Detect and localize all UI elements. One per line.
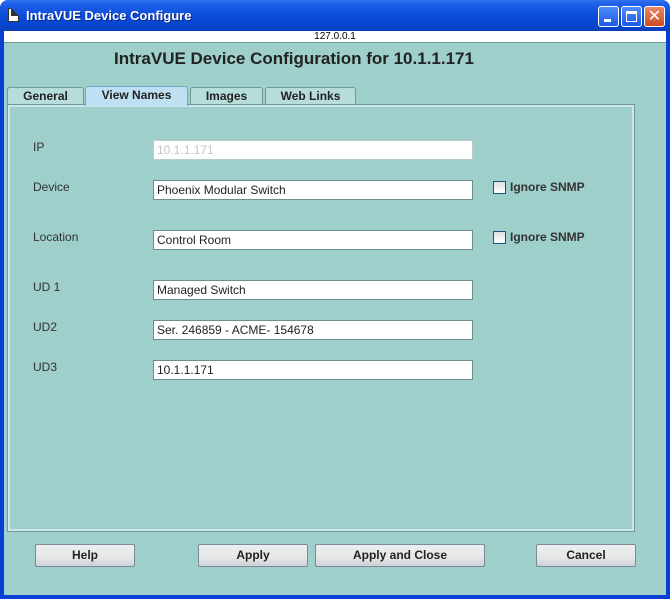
device-label: Device [33,180,70,194]
device-ignore-snmp-checkbox[interactable] [493,181,506,194]
ud3-label: UD3 [33,360,58,374]
ud1-field[interactable] [153,280,473,300]
window-title: IntraVUE Device Configure [26,8,192,23]
ud3-field[interactable] [153,360,473,380]
ud2-field[interactable] [153,320,473,340]
tab-view-names[interactable]: View Names [85,86,188,106]
cancel-button[interactable]: Cancel [536,544,636,567]
apply-button[interactable]: Apply [198,544,308,567]
maximize-icon [626,11,637,22]
close-icon: ✕ [647,8,662,25]
ip-label: IP [33,140,45,154]
apply-and-close-button[interactable]: Apply and Close [315,544,485,567]
ud2-label: UD2 [33,320,58,334]
tab-general[interactable]: General [7,87,84,105]
maximize-button[interactable] [621,6,642,27]
location-ignore-snmp-checkbox[interactable] [493,231,506,244]
app-window: IntraVUE Device Configure ✕ 127.0.0.1 In… [0,0,670,599]
host-address: 127.0.0.1 [4,31,666,43]
tab-images[interactable]: Images [190,87,263,105]
minimize-button[interactable] [598,6,619,27]
device-field[interactable] [153,180,473,200]
view-names-panel: IP Device Ignore SNMP Location Ignore SN… [7,104,635,532]
document-icon [8,8,19,22]
minimize-icon [604,19,611,22]
ip-field [153,140,473,160]
location-field[interactable] [153,230,473,250]
location-ignore-snmp-label[interactable]: Ignore SNMP [510,230,585,244]
dialog-body: 127.0.0.1 IntraVUE Device Configuration … [4,31,666,595]
title-bar[interactable]: IntraVUE Device Configure ✕ [0,0,670,31]
tab-web-links[interactable]: Web Links [265,87,356,105]
help-button[interactable]: Help [35,544,135,567]
ud1-label: UD 1 [33,280,61,294]
panel-border: IP Device Ignore SNMP Location Ignore SN… [8,105,634,531]
device-ignore-snmp-label[interactable]: Ignore SNMP [510,180,585,194]
page-title: IntraVUE Device Configuration for 10.1.1… [114,49,474,68]
location-label: Location [33,230,79,244]
close-button[interactable]: ✕ [644,6,665,27]
